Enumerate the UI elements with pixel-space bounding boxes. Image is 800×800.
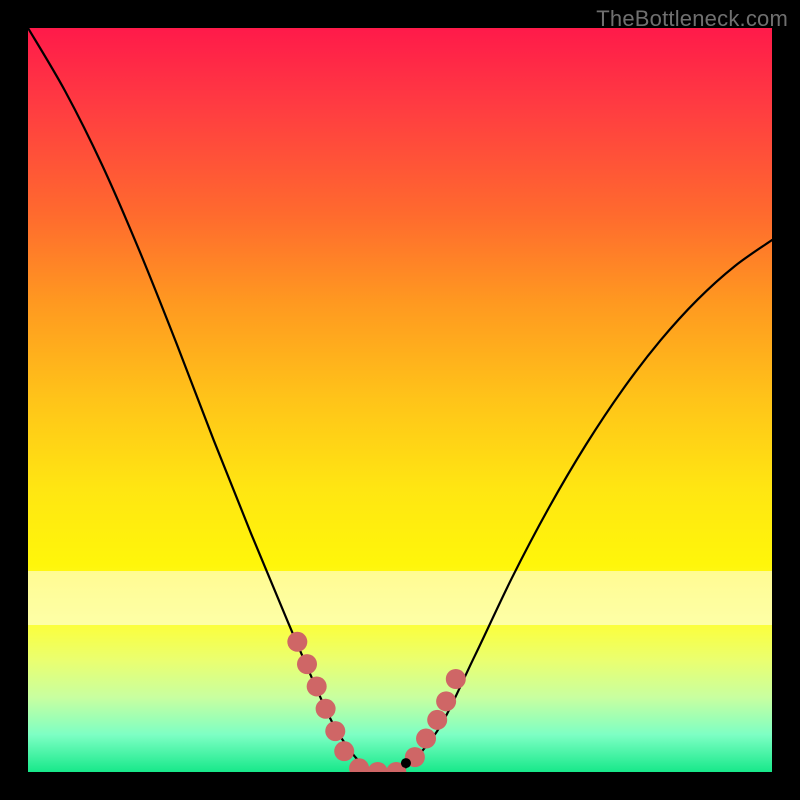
marker-dot bbox=[325, 721, 345, 741]
marker-dot bbox=[446, 669, 466, 689]
plot-area bbox=[28, 28, 772, 772]
marker-dot bbox=[316, 699, 336, 719]
marker-dot bbox=[368, 762, 388, 772]
marker-dot bbox=[349, 758, 369, 772]
marker-dot bbox=[427, 710, 447, 730]
marker-dot bbox=[287, 632, 307, 652]
marker-dot bbox=[436, 691, 456, 711]
chart-svg bbox=[28, 28, 772, 772]
outer-frame: TheBottleneck.com bbox=[0, 0, 800, 800]
marker-dot bbox=[307, 676, 327, 696]
watermark-text: TheBottleneck.com bbox=[596, 6, 788, 32]
black-dot-marker bbox=[401, 758, 411, 768]
marker-dot bbox=[416, 729, 436, 749]
black-curve bbox=[28, 28, 772, 772]
marker-layer bbox=[287, 632, 465, 772]
marker-dot bbox=[297, 654, 317, 674]
marker-dot bbox=[334, 741, 354, 761]
